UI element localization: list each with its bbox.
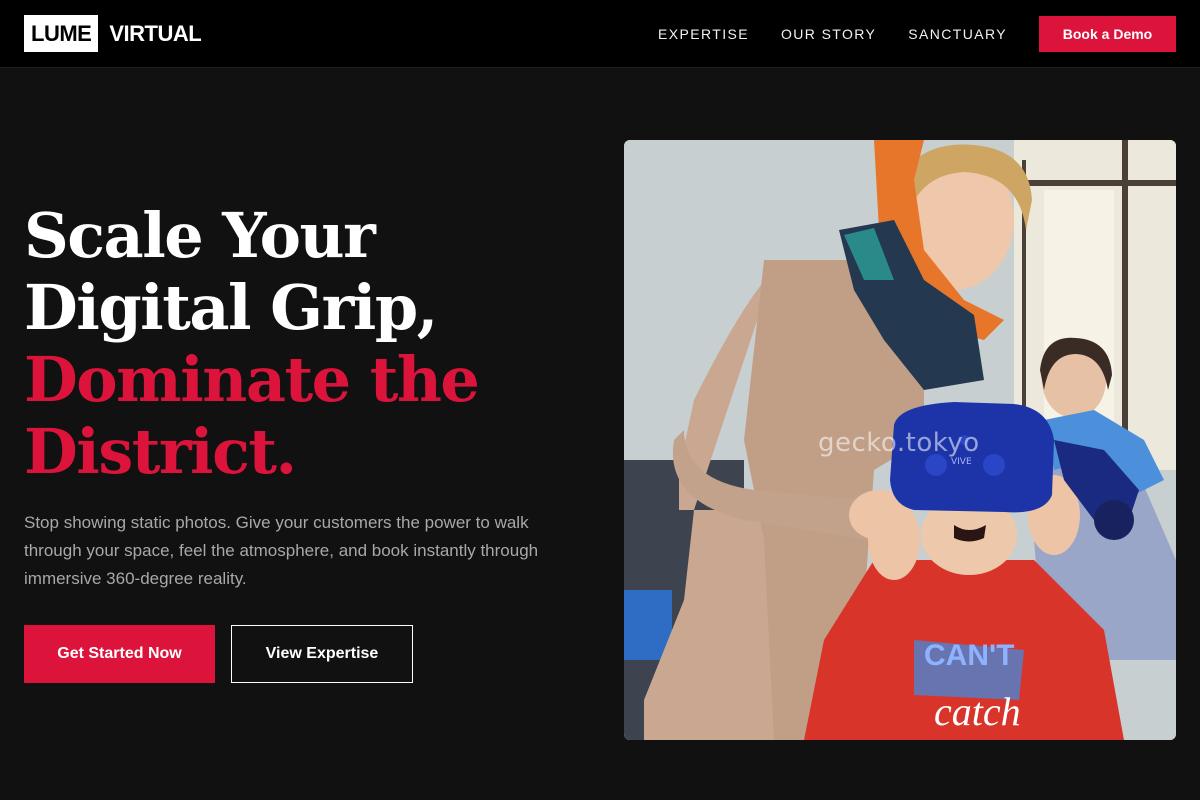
get-started-button[interactable]: Get Started Now (24, 625, 215, 683)
hero-title-line-1: Scale Your (24, 199, 376, 272)
nav-links: EXPERTISE OUR STORY SANCTUARY Book a Dem… (658, 0, 1200, 68)
image-watermark: gecko.tokyo (818, 428, 980, 458)
hero-title-line-2: Digital Grip, (24, 271, 438, 344)
shirt-text-bottom: catch (934, 689, 1021, 734)
hero-accent-line-2: District. (24, 415, 297, 488)
shirt-text-top: CAN'T (924, 639, 1014, 672)
nav-link-sanctuary[interactable]: SANCTUARY (908, 26, 1007, 42)
nav-link-our-story[interactable]: OUR STORY (781, 26, 876, 42)
view-expertise-button[interactable]: View Expertise (231, 625, 413, 683)
logo-box-text: LUME (24, 15, 99, 52)
hero-subtitle: Stop showing static photos. Give your cu… (24, 513, 539, 588)
nav-link-expertise[interactable]: EXPERTISE (658, 26, 749, 42)
headset-label: VIVE (951, 457, 972, 467)
logo[interactable]: LUME VIRTUAL (24, 15, 202, 52)
logo-text: VIRTUAL (109, 20, 202, 46)
hero-image: VIVE CAN'T catch gecko.tokyo (624, 140, 1176, 740)
book-demo-button[interactable]: Book a Demo (1039, 16, 1176, 52)
top-nav: LUME VIRTUAL EXPERTISE OUR STORY SANCTUA… (0, 0, 1200, 68)
hero-accent-line-1: Dominate the (24, 343, 480, 416)
hero-title: Scale Your Digital Grip, Dominate the Di… (24, 200, 584, 488)
